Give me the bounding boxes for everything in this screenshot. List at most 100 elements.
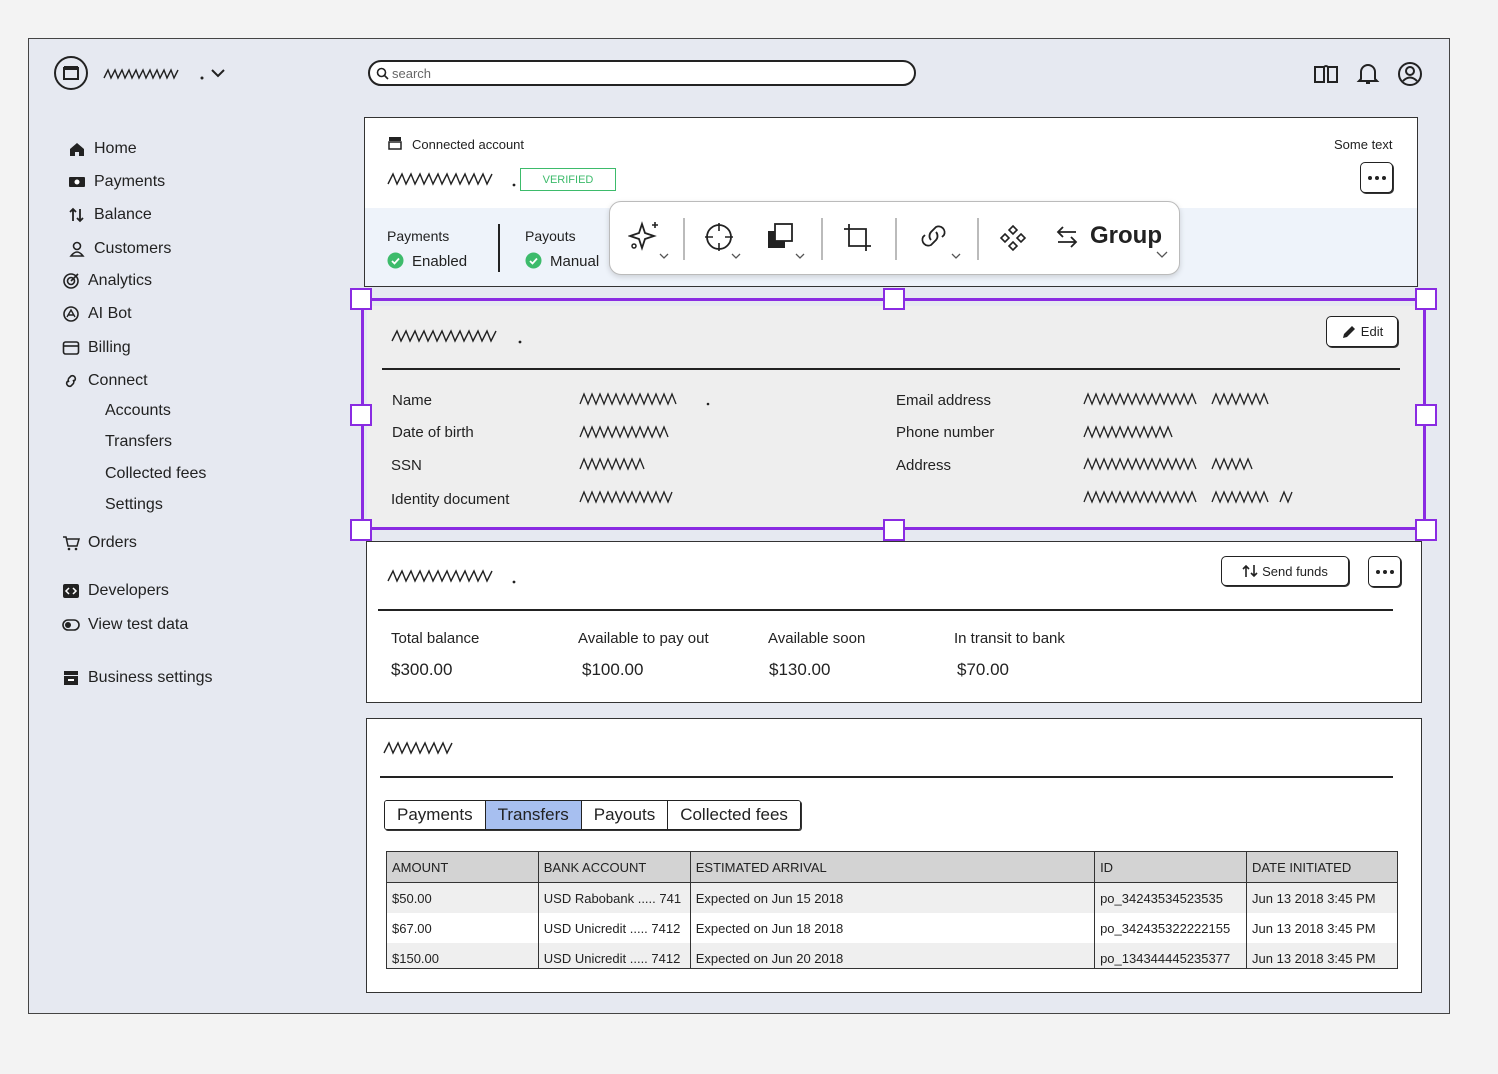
sidebar-item-customers[interactable]: Customers	[68, 240, 171, 258]
ellipsis-icon	[1375, 569, 1394, 574]
sidebar-item-billing[interactable]: Billing	[62, 339, 131, 357]
billing-icon	[62, 339, 80, 357]
sidebar-item-label: Customers	[94, 240, 172, 257]
sidebar-item-balance[interactable]: Balance	[68, 206, 152, 224]
stat-value-available-soon: $130.00	[769, 660, 831, 679]
cart-icon	[62, 534, 80, 552]
send-funds-label: Send funds	[1262, 563, 1328, 579]
sidebar-subitem-collected-fees[interactable]: Collected fees	[105, 465, 206, 483]
bell-icon[interactable]	[1354, 60, 1382, 88]
column-header[interactable]: AMOUNT	[386, 851, 539, 883]
swap-arrows-icon[interactable]	[1054, 224, 1080, 250]
search-input[interactable]: search	[368, 60, 916, 86]
sidebar-item-payments[interactable]: Payments	[68, 173, 165, 191]
tab-payments[interactable]: Payments	[385, 801, 486, 829]
cell-id: po_342435322222155	[1094, 913, 1248, 943]
stat-label-total-balance: Total balance	[391, 630, 480, 647]
activity-title-scribble	[383, 741, 453, 755]
sidebar-subitem-settings[interactable]: Settings	[105, 496, 163, 514]
sidebar-item-analytics[interactable]: Analytics	[62, 272, 152, 290]
tab-collected-fees[interactable]: Collected fees	[668, 801, 800, 829]
chevron-down-icon[interactable]	[1155, 250, 1169, 260]
table-header-row: AMOUNT BANK ACCOUNT ESTIMATED ARRIVAL ID…	[386, 851, 1398, 883]
chevron-down-icon[interactable]	[210, 66, 226, 80]
resize-handle-right[interactable]	[1415, 404, 1437, 426]
stat-value-available-payout: $100.00	[582, 660, 644, 679]
resize-handle-bottom-right[interactable]	[1415, 519, 1437, 541]
transfers-table-viewport[interactable]: AMOUNT BANK ACCOUNT ESTIMATED ARRIVAL ID…	[386, 851, 1398, 969]
more-options-button[interactable]	[1368, 556, 1401, 587]
sidebar-subitem-transfers[interactable]: Transfers	[105, 433, 172, 451]
sidebar-item-label: Connect	[88, 372, 148, 389]
sidebar-subitem-accounts[interactable]: Accounts	[105, 402, 171, 420]
divider	[378, 609, 1393, 611]
cell-estimated-arrival: Expected on Jun 20 2018	[689, 943, 1096, 968]
table-row[interactable]: $150.00 USD Unicredit ..... 7412 Expecte…	[386, 943, 1398, 968]
layers-fill-icon[interactable]	[766, 222, 808, 262]
sidebar-item-label: Balance	[94, 206, 152, 223]
sidebar-subitem-label: Settings	[105, 496, 163, 513]
toolbar-separator	[895, 218, 897, 260]
sidebar-item-connect[interactable]: Connect	[62, 372, 148, 390]
tab-transfers[interactable]: Transfers	[485, 801, 582, 829]
selection-frame[interactable]	[361, 298, 1426, 530]
sidebar-item-developers[interactable]: Developers	[62, 582, 169, 600]
cell-date-initiated: Jun 13 2018 3:45 PM	[1246, 882, 1398, 913]
crosshair-icon[interactable]	[704, 222, 746, 262]
group-button[interactable]: Group	[1090, 222, 1162, 250]
sidebar-item-view-test-data[interactable]: View test data	[62, 616, 188, 634]
column-header[interactable]: BANK ACCOUNT	[537, 851, 691, 883]
more-options-button[interactable]	[1360, 162, 1393, 193]
resize-handle-left[interactable]	[350, 404, 372, 426]
sidebar-item-ai-bot[interactable]: AI Bot	[62, 305, 132, 323]
sidebar-item-label: View test data	[88, 616, 189, 633]
table-row[interactable]: $50.00 USD Rabobank ..... 741 Expected o…	[386, 882, 1398, 913]
customers-icon	[68, 240, 86, 258]
ai-sparkle-icon[interactable]	[628, 220, 670, 262]
tab-payouts[interactable]: Payouts	[581, 801, 669, 829]
crop-icon[interactable]	[842, 222, 876, 256]
resize-handle-bottom[interactable]	[883, 519, 905, 541]
component-icon[interactable]	[999, 224, 1027, 252]
divider	[380, 776, 1393, 778]
column-header[interactable]: ESTIMATED ARRIVAL	[689, 851, 1096, 883]
connected-account-label: Connected account	[412, 137, 525, 152]
send-funds-button[interactable]: Send funds	[1221, 556, 1349, 586]
resize-handle-top[interactable]	[883, 288, 905, 310]
column-header[interactable]: DATE INITIATED	[1246, 851, 1398, 883]
link-icon[interactable]	[918, 220, 966, 262]
stat-label-in-transit: In transit to bank	[954, 630, 1065, 647]
balance-title-scribble	[387, 569, 516, 584]
docs-book-icon[interactable]	[1312, 60, 1340, 88]
cell-date-initiated: Jun 13 2018 3:45 PM	[1246, 943, 1398, 968]
activity-tabs: Payments Transfers Payouts Collected fee…	[384, 800, 801, 830]
floating-toolbar: Group	[609, 201, 1180, 275]
sidebar-item-label: Home	[94, 140, 137, 157]
balance-icon	[68, 206, 86, 224]
column-header[interactable]: ID	[1094, 851, 1248, 883]
connect-icon	[62, 372, 80, 390]
store-icon	[62, 669, 80, 687]
some-text-label: Some text	[1334, 137, 1393, 152]
transfers-table: AMOUNT BANK ACCOUNT ESTIMATED ARRIVAL ID…	[386, 851, 1398, 968]
sidebar-item-business-settings[interactable]: Business settings	[62, 669, 213, 687]
stat-value-in-transit: $70.00	[957, 660, 1009, 679]
sidebar-item-orders[interactable]: Orders	[62, 534, 137, 552]
stat-label-available-soon: Available soon	[768, 630, 866, 647]
toolbar-separator	[821, 218, 823, 260]
sidebar-subitem-label: Accounts	[105, 402, 171, 419]
user-profile-icon[interactable]	[1396, 60, 1424, 88]
cell-estimated-arrival: Expected on Jun 15 2018	[689, 882, 1096, 913]
resize-handle-top-left[interactable]	[350, 288, 372, 310]
table-row[interactable]: $67.00 USD Unicredit ..... 7412 Expected…	[386, 913, 1398, 943]
resize-handle-bottom-left[interactable]	[350, 519, 372, 541]
store-icon[interactable]	[54, 56, 88, 90]
verified-badge: VERIFIED	[520, 168, 616, 191]
ellipsis-icon	[1367, 175, 1386, 180]
transfer-arrows-icon	[1242, 564, 1258, 578]
account-name-scribble[interactable]	[102, 64, 206, 84]
resize-handle-top-right[interactable]	[1415, 288, 1437, 310]
cell-bank-account: USD Unicredit ..... 7412	[537, 943, 691, 968]
cell-id: po_34243534523535	[1094, 882, 1248, 913]
sidebar-item-home[interactable]: Home	[68, 140, 137, 158]
